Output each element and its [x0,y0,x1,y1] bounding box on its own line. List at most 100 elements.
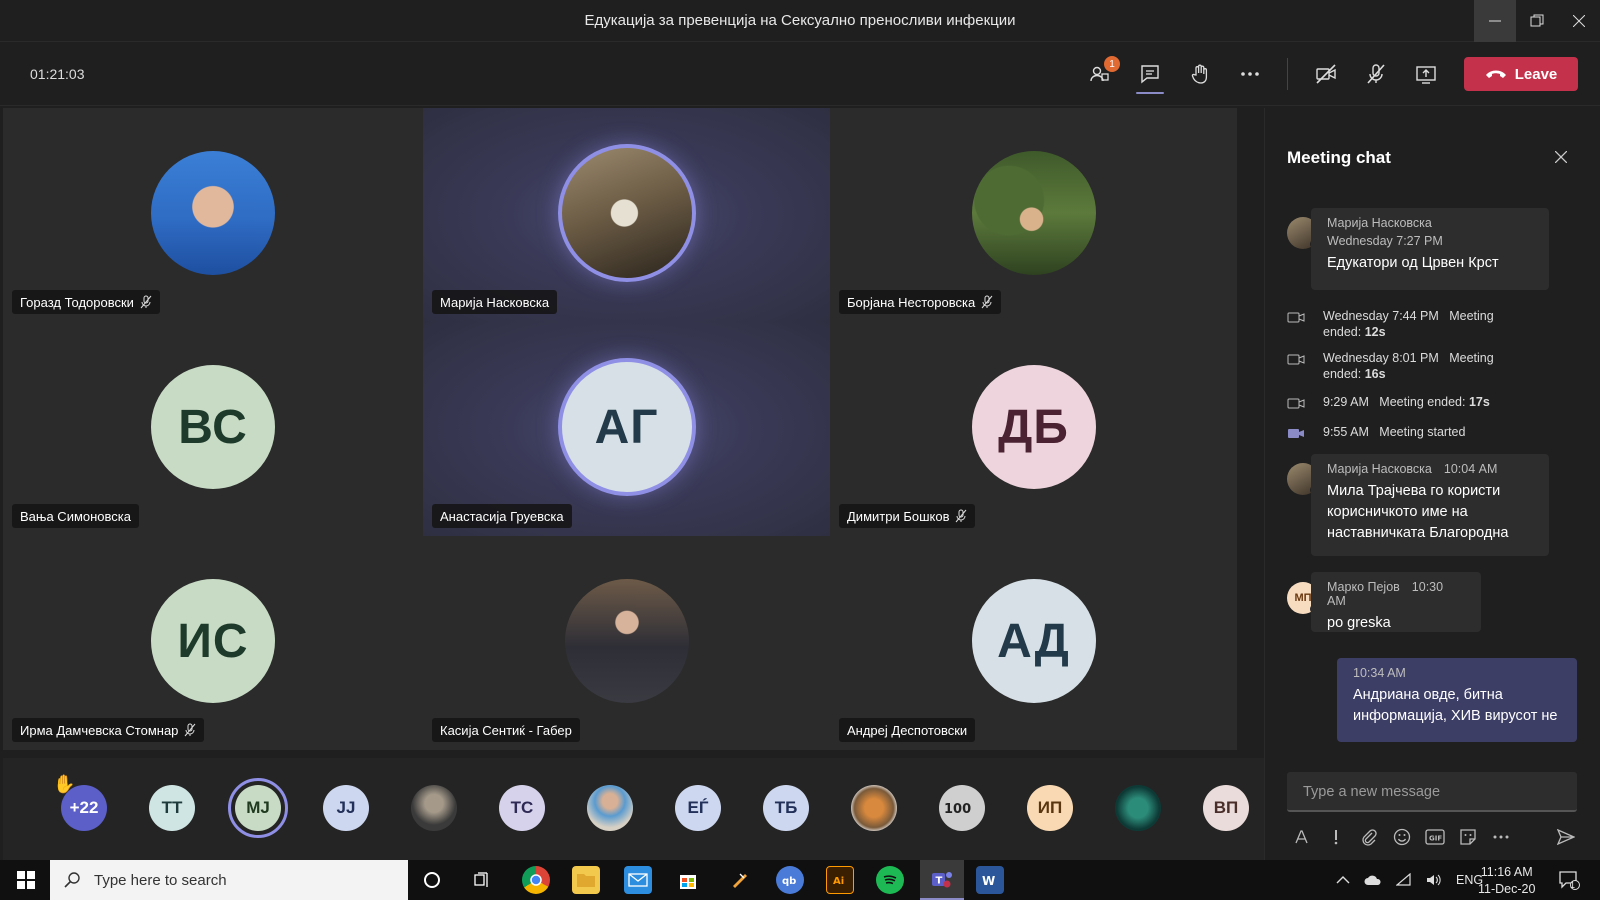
mic-toggle-button[interactable] [1360,58,1392,90]
mail-app-button[interactable] [624,866,652,894]
participant-photo [557,144,696,282]
wifi-icon[interactable] [1396,873,1412,887]
sticker-button[interactable] [1457,826,1479,848]
participant-tile[interactable]: ДБ Димитри Бошков [830,322,1237,536]
task-view-button[interactable] [468,866,496,894]
mic-off-icon [185,723,196,737]
participant-avatar[interactable]: ТБ [763,785,809,831]
raise-hand-button[interactable] [1184,58,1216,90]
message-author: Марко Пејов [1327,580,1400,594]
more-actions-button[interactable] [1234,58,1266,90]
participant-avatar[interactable]: EЃ [675,785,721,831]
send-icon [1557,829,1575,845]
message-author: Марија Насковска [1327,216,1432,230]
message-author: Марија Насковска [1327,462,1432,476]
emoji-button[interactable] [1391,826,1413,848]
close-window-button[interactable] [1558,0,1600,42]
gif-button[interactable]: GIF [1424,826,1446,848]
participant-avatar[interactable]: JJ [323,785,369,831]
taskbar-search-box[interactable]: Type here to search [50,860,408,900]
send-button[interactable] [1555,826,1577,848]
qbittorrent-app-button[interactable]: qb [776,866,804,894]
event-time: Wednesday 8:01 PM [1323,351,1439,365]
message-input[interactable]: Type a new message [1287,772,1577,812]
minimize-button[interactable] [1474,0,1516,42]
spotify-app-button[interactable] [876,866,904,894]
cortana-button[interactable] [418,866,446,894]
participant-name: Касија Сентиќ - Габер [440,722,572,738]
participant-avatar[interactable]: ВП [1203,785,1249,831]
illustrator-app-button[interactable]: Ai [826,866,854,894]
more-options-button[interactable] [1490,826,1512,848]
participant-tile[interactable]: Борјана Несторовска [830,108,1237,322]
svg-text:qb: qb [782,876,796,886]
participant-name-tag: Касија Сентиќ - Габер [432,718,580,742]
participant-avatar[interactable] [411,785,457,831]
store-app-button[interactable] [674,866,702,894]
participant-tile[interactable]: Марија Насковска [423,108,830,322]
chat-button[interactable] [1134,58,1166,94]
notification-center-button[interactable]: 1 [1558,860,1580,900]
store-icon [680,875,696,889]
gif-icon: GIF [1425,829,1445,845]
participant-tile[interactable]: ВС Вања Симоновска [3,322,423,536]
participant-name-tag: Андреј Деспотовски [839,718,976,742]
word-app-button[interactable]: W [976,866,1004,894]
chevron-up-icon[interactable] [1336,875,1350,885]
sticker-icon [1460,829,1476,845]
task-view-icon [474,872,488,887]
participant-avatar[interactable] [1115,785,1161,831]
start-button[interactable] [12,866,40,894]
attach-button[interactable] [1358,826,1380,848]
participants-button[interactable]: 1 [1084,56,1120,90]
message-text: po greska [1327,615,1391,631]
participant-initials: ИС [151,579,275,703]
participant-avatar[interactable] [851,785,897,831]
restore-button[interactable] [1516,0,1558,42]
teams-app-button[interactable]: T [920,860,964,900]
participant-tile[interactable]: АГ Анастасија Груевска [423,322,830,536]
participant-name: Димитри Бошков [847,508,950,524]
camera-icon [1287,354,1305,365]
participant-initials: ВС [151,365,275,489]
file-explorer-button[interactable] [572,866,600,894]
app-button[interactable] [726,866,754,894]
system-event: 9:29 AM Meeting ended: 17s [1287,394,1490,410]
volume-icon[interactable] [1426,873,1442,887]
event-label: Meeting started [1379,425,1466,439]
cortana-icon [424,872,440,888]
svg-text:Ai: Ai [833,876,844,886]
participant-tile[interactable]: АД Андреј Деспотовски [830,536,1237,750]
illustrator-icon: Ai [833,876,844,886]
participant-avatar[interactable]: MJ [228,778,288,838]
participant-avatar[interactable] [587,785,633,831]
participant-tile[interactable]: Горазд Тодоровски [3,108,423,322]
participant-avatar[interactable]: TT [149,785,195,831]
participant-tile[interactable]: ИС Ирма Дамчевска Стомнар [3,536,423,750]
share-screen-icon [1416,66,1436,84]
toolbar-separator [1287,58,1288,90]
participant-avatar[interactable]: 100 [939,785,985,831]
share-screen-button[interactable] [1410,58,1442,90]
format-button[interactable] [1291,826,1313,848]
word-icon: W [982,874,995,887]
qbittorrent-icon: qb [782,876,796,886]
overflow-participants-button[interactable]: +22 [61,785,107,831]
participant-avatar[interactable]: ИП [1027,785,1073,831]
chrome-app-button[interactable] [522,866,550,894]
chat-message: Марко Пејов 10:30 AM po greska [1311,572,1481,632]
participant-avatar[interactable]: TC [499,785,545,831]
leave-button[interactable]: Leave [1464,57,1578,91]
event-label: Meeting ended: [1379,395,1466,409]
camera-icon [1288,429,1304,438]
window-title: Едукација за превенција на Сексуално пре… [584,12,1016,29]
cloud-icon[interactable] [1364,874,1382,886]
camera-toggle-button[interactable] [1310,58,1342,90]
close-chat-button[interactable] [1554,146,1568,169]
participant-tile[interactable]: Касија Сентиќ - Габер [423,536,830,750]
lightning-icon [733,873,747,888]
emoji-icon [1393,828,1411,846]
minimize-icon [1489,20,1501,22]
clock[interactable]: 11:16 AM 11-Dec-20 [1478,860,1535,900]
important-button[interactable] [1325,826,1347,848]
